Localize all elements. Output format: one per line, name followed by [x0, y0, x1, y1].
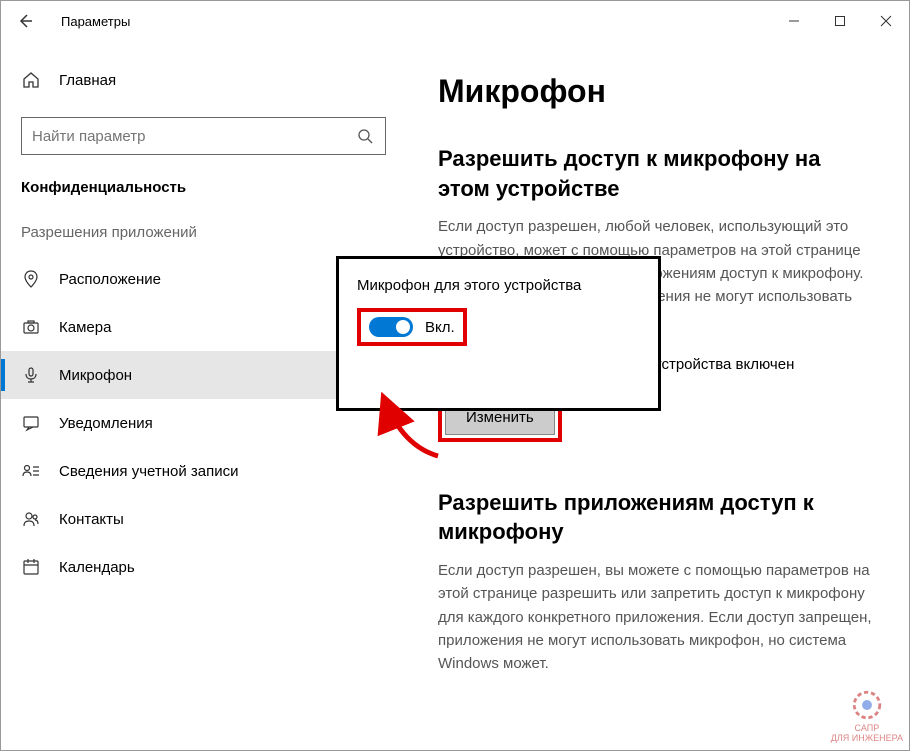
- mic-device-popup: Микрофон для этого устройства Вкл.: [336, 256, 661, 411]
- close-button[interactable]: [863, 1, 909, 41]
- window-title: Параметры: [61, 14, 771, 29]
- arrow-left-icon: [17, 13, 33, 29]
- search-icon: [355, 128, 375, 144]
- sidebar-item-label: Расположение: [59, 271, 161, 288]
- section2-heading: Разрешить приложениям доступ к микрофону: [438, 488, 877, 547]
- search-input[interactable]: [32, 128, 355, 145]
- sidebar-item-account-info[interactable]: Сведения учетной записи: [1, 447, 406, 495]
- account-info-icon: [21, 462, 41, 480]
- maximize-button[interactable]: [817, 1, 863, 41]
- camera-icon: [21, 318, 41, 336]
- window-controls: [771, 1, 909, 41]
- sidebar-item-label: Микрофон: [59, 367, 132, 384]
- maximize-icon: [834, 15, 846, 27]
- section-title: Конфиденциальность: [1, 179, 406, 224]
- section1-heading: Разрешить доступ к микрофону на этом уст…: [438, 144, 877, 203]
- home-link[interactable]: Главная: [1, 61, 406, 99]
- sidebar-item-calendar[interactable]: Календарь: [1, 543, 406, 591]
- sidebar-item-label: Контакты: [59, 511, 124, 528]
- section2-description: Если доступ разрешен, вы можете с помощь…: [438, 559, 877, 675]
- sidebar-item-label: Камера: [59, 319, 111, 336]
- minimize-button[interactable]: [771, 1, 817, 41]
- contacts-icon: [21, 510, 41, 528]
- titlebar: Параметры: [1, 1, 909, 41]
- back-button[interactable]: [1, 1, 49, 41]
- sidebar-item-label: Сведения учетной записи: [59, 463, 239, 480]
- sidebar-item-contacts[interactable]: Контакты: [1, 495, 406, 543]
- minimize-icon: [788, 15, 800, 27]
- group-title: Разрешения приложений: [1, 224, 406, 255]
- sidebar-item-label: Уведомления: [59, 415, 153, 432]
- location-icon: [21, 270, 41, 288]
- settings-window: Параметры Главная Конфиденциальность Раз…: [0, 0, 910, 751]
- sidebar-item-label: Календарь: [59, 559, 135, 576]
- highlight-toggle: Вкл.: [357, 308, 467, 346]
- calendar-icon: [21, 558, 41, 576]
- notifications-icon: [21, 414, 41, 432]
- toggle-state-label: Вкл.: [425, 319, 455, 336]
- home-label: Главная: [59, 72, 116, 89]
- popup-title: Микрофон для этого устройства: [357, 277, 640, 294]
- close-icon: [880, 15, 892, 27]
- page-title: Микрофон: [438, 73, 877, 110]
- mic-device-toggle[interactable]: [369, 317, 413, 337]
- home-icon: [21, 71, 41, 89]
- search-box[interactable]: [21, 117, 386, 155]
- microphone-icon: [21, 366, 41, 384]
